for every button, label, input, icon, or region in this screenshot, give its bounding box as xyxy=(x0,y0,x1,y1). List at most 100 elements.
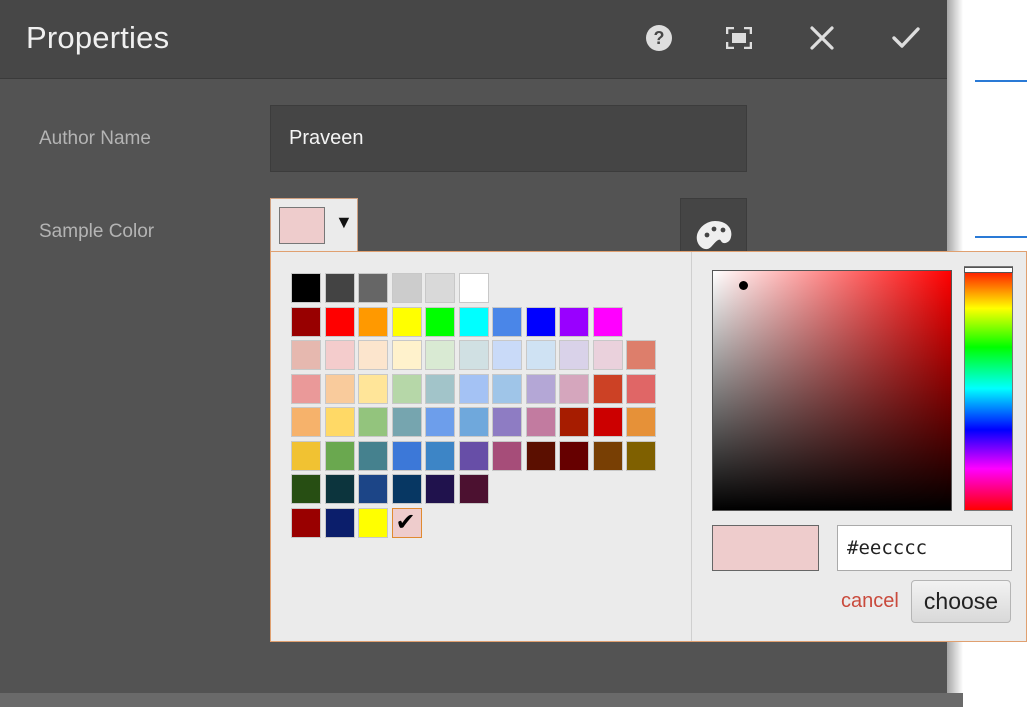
color-swatch[interactable] xyxy=(458,440,489,471)
color-swatch[interactable] xyxy=(291,273,321,303)
background-divider xyxy=(975,80,1027,82)
color-swatch[interactable] xyxy=(626,440,656,471)
color-swatch[interactable] xyxy=(391,407,422,437)
hex-color-input[interactable]: #eecccc xyxy=(837,525,1012,571)
color-swatch[interactable] xyxy=(559,373,589,404)
color-swatch[interactable] xyxy=(559,306,589,337)
color-swatch[interactable] xyxy=(425,273,455,303)
color-swatch[interactable] xyxy=(324,340,355,370)
sample-color-label: Sample Color xyxy=(39,221,155,242)
color-swatch[interactable] xyxy=(291,407,321,437)
color-swatch[interactable] xyxy=(291,340,321,370)
fullscreen-button[interactable] xyxy=(719,20,759,60)
color-swatch[interactable] xyxy=(425,340,455,370)
color-swatch[interactable] xyxy=(592,440,623,471)
sv-cursor-handle[interactable] xyxy=(739,281,748,290)
help-button[interactable]: ? xyxy=(639,20,679,60)
color-swatch[interactable] xyxy=(358,407,388,437)
hex-value: #eecccc xyxy=(847,537,928,559)
saturation-value-area[interactable] xyxy=(712,270,952,511)
color-swatch[interactable] xyxy=(324,474,355,504)
color-swatch[interactable] xyxy=(492,407,522,437)
color-swatch[interactable] xyxy=(458,373,489,404)
color-swatch[interactable] xyxy=(358,306,388,337)
color-picker-trigger[interactable]: ▼ xyxy=(270,198,358,252)
color-swatch[interactable]: ✔ xyxy=(391,507,422,538)
color-swatch[interactable] xyxy=(559,340,589,370)
close-button[interactable] xyxy=(802,20,842,60)
author-name-label: Author Name xyxy=(39,128,151,149)
color-swatch[interactable] xyxy=(626,340,656,370)
hue-slider[interactable] xyxy=(964,266,1013,511)
color-swatch[interactable] xyxy=(592,373,623,404)
color-swatch[interactable] xyxy=(425,306,455,337)
hue-slider-handle[interactable] xyxy=(964,267,1013,273)
color-swatch[interactable] xyxy=(458,474,489,504)
color-swatch[interactable] xyxy=(391,440,422,471)
selected-color-preview xyxy=(712,525,819,571)
color-swatch[interactable] xyxy=(425,440,455,471)
color-swatch[interactable] xyxy=(626,373,656,404)
color-swatch[interactable] xyxy=(291,507,321,538)
color-swatch[interactable] xyxy=(358,507,388,538)
color-swatch[interactable] xyxy=(525,407,556,437)
palette-button[interactable] xyxy=(680,198,747,252)
color-swatch[interactable] xyxy=(559,440,589,471)
close-icon xyxy=(809,25,835,56)
color-swatch[interactable] xyxy=(458,273,489,303)
color-swatch[interactable] xyxy=(525,340,556,370)
color-swatch[interactable] xyxy=(525,440,556,471)
color-swatch[interactable] xyxy=(559,407,589,437)
color-swatch[interactable] xyxy=(358,474,388,504)
color-swatch[interactable] xyxy=(592,306,623,337)
color-swatch[interactable] xyxy=(425,474,455,504)
color-swatch[interactable] xyxy=(324,507,355,538)
cancel-link[interactable]: cancel xyxy=(841,590,899,613)
color-swatch[interactable] xyxy=(324,273,355,303)
dropdown-caret-icon: ▼ xyxy=(335,212,353,232)
color-picker-popover: ✔ #eecccc cancel choose xyxy=(270,251,1027,642)
color-swatch[interactable] xyxy=(425,373,455,404)
color-swatch[interactable] xyxy=(358,273,388,303)
dialog-footer-strip xyxy=(0,693,963,707)
color-swatch[interactable] xyxy=(324,373,355,404)
done-button[interactable] xyxy=(886,20,926,60)
color-swatch[interactable] xyxy=(525,306,556,337)
color-swatch[interactable] xyxy=(492,306,522,337)
swatch-palette: ✔ xyxy=(271,252,692,641)
author-name-input[interactable]: Praveen xyxy=(270,105,747,172)
color-swatch[interactable] xyxy=(291,373,321,404)
color-swatch[interactable] xyxy=(391,373,422,404)
color-swatch[interactable] xyxy=(291,306,321,337)
check-icon xyxy=(891,26,921,55)
color-swatch[interactable] xyxy=(458,340,489,370)
dialog-header: Properties ? xyxy=(0,0,947,79)
color-swatch[interactable] xyxy=(458,306,489,337)
color-swatch[interactable] xyxy=(324,407,355,437)
color-swatch[interactable] xyxy=(458,407,489,437)
color-swatch[interactable] xyxy=(626,407,656,437)
dialog-title: Properties xyxy=(26,20,170,55)
color-swatch[interactable] xyxy=(358,373,388,404)
color-swatch[interactable] xyxy=(492,373,522,404)
color-swatch[interactable] xyxy=(525,373,556,404)
color-swatch[interactable] xyxy=(291,440,321,471)
color-swatch[interactable] xyxy=(492,440,522,471)
color-swatch[interactable] xyxy=(391,273,422,303)
color-swatch[interactable] xyxy=(291,474,321,504)
color-swatch[interactable] xyxy=(391,474,422,504)
color-swatch[interactable] xyxy=(492,340,522,370)
color-swatch[interactable] xyxy=(358,340,388,370)
author-name-value: Praveen xyxy=(289,127,364,149)
color-swatch[interactable] xyxy=(391,306,422,337)
color-swatch[interactable] xyxy=(425,407,455,437)
color-swatch[interactable] xyxy=(324,306,355,337)
svg-text:?: ? xyxy=(654,28,665,48)
color-swatch[interactable] xyxy=(358,440,388,471)
choose-button[interactable]: choose xyxy=(911,580,1011,623)
color-swatch[interactable] xyxy=(592,340,623,370)
color-swatch[interactable] xyxy=(592,407,623,437)
color-swatch[interactable] xyxy=(391,340,422,370)
color-swatch[interactable] xyxy=(324,440,355,471)
selected-check-icon: ✔ xyxy=(395,508,416,536)
